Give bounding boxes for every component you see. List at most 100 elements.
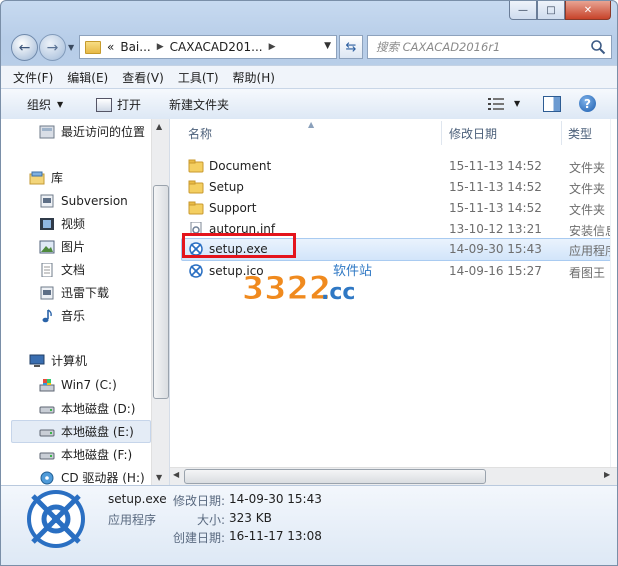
recent-places-icon (39, 125, 55, 138)
menu-view[interactable]: 查看(V) (122, 69, 164, 86)
column-header-type[interactable]: 类型 (568, 119, 592, 147)
chevron-right-icon[interactable]: ▶ (157, 42, 164, 52)
address-bar[interactable]: « Bai... ▶ CAXACAD201... ▶ ▼ (79, 35, 337, 59)
chevron-down-icon[interactable]: ▼ (324, 41, 331, 51)
music-icon (42, 308, 52, 322)
nav-item-label: 视频 (61, 217, 86, 231)
file-list: ▲ 名称 修改日期 类型 Document 15-11-13 14:52 文件夹 Se… (170, 119, 617, 485)
nav-item-thunder-downloads[interactable]: 迅雷下载 (39, 282, 109, 303)
nav-item-label: 本地磁盘 (D:) (61, 402, 136, 416)
breadcrumb-item[interactable]: Bai... (120, 40, 150, 54)
hard-drive-icon (39, 452, 55, 459)
column-divider[interactable] (441, 121, 442, 145)
recent-pages-dropdown[interactable]: ▼ (68, 43, 74, 52)
file-date: 14-09-30 15:43 (449, 242, 542, 256)
open-label: 打开 (117, 98, 142, 112)
file-type: 文件夹 (569, 161, 606, 175)
nav-item-recent[interactable]: 最近访问的位置 (39, 121, 145, 142)
hard-drive-icon (39, 429, 55, 436)
column-header-name[interactable]: 名称 (188, 119, 212, 147)
nav-item-label: 文档 (61, 263, 86, 277)
breadcrumb-overflow[interactable]: « (107, 40, 114, 54)
chevron-right-icon[interactable]: ▶ (269, 42, 276, 52)
open-button[interactable]: 打开 (96, 96, 141, 113)
nav-item-label: 最近访问的位置 (61, 125, 146, 139)
organize-label: 组织 (27, 98, 52, 112)
details-created-value: 16-11-17 13:08 (229, 529, 322, 543)
nav-item-drive-h[interactable]: CD 驱动器 (H:) (39, 467, 145, 485)
search-icon[interactable] (590, 39, 606, 55)
hard-drive-icon (39, 406, 55, 413)
highlight-box (182, 233, 296, 258)
nav-scrollbar[interactable]: ▲ ▼ (151, 119, 169, 485)
nav-item-label: 本地磁盘 (F:) (61, 448, 133, 462)
menu-tools[interactable]: 工具(T) (178, 69, 219, 86)
video-icon (40, 217, 54, 230)
file-type: 文件夹 (569, 203, 606, 217)
file-name: Support (209, 201, 257, 215)
nav-item-label: 本地磁盘 (E:) (61, 425, 134, 439)
file-type: 看图王 I (569, 266, 613, 280)
view-options-icon[interactable] (488, 97, 504, 111)
library-folder-icon (40, 286, 54, 299)
help-icon[interactable]: ? (579, 95, 596, 112)
nav-item-documents[interactable]: 文档 (39, 259, 85, 280)
file-date: 13-10-12 13:21 (449, 222, 542, 236)
scrollbar-thumb[interactable] (153, 185, 169, 399)
folder-icon (85, 40, 101, 54)
nav-item-label: Win7 (C:) (61, 377, 117, 392)
refresh-button[interactable]: ⇆ (339, 35, 363, 59)
nav-item-computer[interactable]: 计算机 (29, 350, 87, 371)
file-row[interactable]: Setup 15-11-13 14:52 文件夹 (182, 177, 612, 198)
back-button[interactable]: ← (11, 34, 38, 61)
nav-item-subversion[interactable]: Subversion (39, 190, 128, 211)
file-date: 15-11-13 14:52 (449, 201, 542, 215)
breadcrumb-item[interactable]: CAXACAD201... (170, 40, 263, 54)
organize-button[interactable]: 组织 ▼ (27, 96, 63, 113)
nav-item-label: 库 (51, 171, 64, 185)
nav-item-drive-d[interactable]: 本地磁盘 (D:) (39, 398, 135, 419)
scroll-up-arrow[interactable]: ▲ (156, 122, 162, 131)
nav-item-drive-c[interactable]: Win7 (C:) (39, 374, 117, 395)
column-header-date[interactable]: 修改日期 (449, 119, 497, 147)
file-row[interactable]: setup.ico 14-09-16 15:27 看图王 I (182, 261, 612, 282)
nav-item-videos[interactable]: 视频 (39, 213, 85, 234)
library-icon (29, 171, 45, 184)
nav-item-label: Subversion (61, 193, 128, 208)
maximize-button[interactable]: □ (537, 1, 565, 20)
sort-ascending-icon: ▲ (308, 120, 315, 129)
file-date: 14-09-16 15:27 (449, 264, 542, 278)
nav-item-drive-f[interactable]: 本地磁盘 (F:) (39, 444, 132, 465)
menu-edit[interactable]: 编辑(E) (67, 69, 108, 86)
folder-icon (188, 180, 204, 194)
scrollbar-thumb[interactable] (184, 469, 486, 484)
new-folder-label: 新建文件夹 (169, 98, 230, 112)
scroll-left-arrow[interactable]: ◀ (173, 470, 179, 479)
nav-item-music[interactable]: 音乐 (39, 305, 85, 326)
details-modified-label: 修改日期: (173, 494, 226, 508)
search-input[interactable]: 搜索 CAXACAD2016r1 (367, 35, 612, 59)
forward-button[interactable]: → (39, 34, 66, 61)
nav-item-label: 图片 (61, 240, 86, 254)
nav-item-label: CD 驱动器 (H:) (61, 471, 145, 485)
nav-item-drive-e[interactable]: 本地磁盘 (E:) (11, 420, 151, 443)
nav-item-library[interactable]: 库 (29, 167, 63, 188)
column-divider[interactable] (561, 121, 562, 145)
menu-file[interactable]: 文件(F) (13, 69, 53, 86)
close-button[interactable]: ✕ (565, 1, 611, 20)
file-row[interactable]: Support 15-11-13 14:52 文件夹 (182, 198, 612, 219)
horizontal-scrollbar[interactable]: ◀ ▶ (170, 467, 617, 485)
file-row[interactable]: Document 15-11-13 14:52 文件夹 (182, 156, 612, 177)
scroll-right-arrow[interactable]: ▶ (604, 470, 610, 479)
details-created-label: 创建日期: (173, 531, 226, 545)
navigation-pane: 最近访问的位置 库 Subversion 视频 图片 文档 迅雷下载 音乐 计算… (1, 119, 170, 485)
new-folder-button[interactable]: 新建文件夹 (169, 96, 229, 113)
nav-item-pictures[interactable]: 图片 (39, 236, 85, 257)
preview-pane-icon[interactable] (543, 96, 561, 112)
scroll-down-arrow[interactable]: ▼ (156, 473, 162, 482)
minimize-button[interactable]: — (509, 1, 537, 20)
menu-help[interactable]: 帮助(H) (233, 69, 275, 86)
details-filetype: 应用程序 (108, 513, 157, 527)
explorer-window: — □ ✕ ← → ▼ « Bai... ▶ CAXACAD201... ▶ ▼… (0, 0, 618, 566)
chevron-down-icon[interactable]: ▼ (514, 99, 520, 108)
